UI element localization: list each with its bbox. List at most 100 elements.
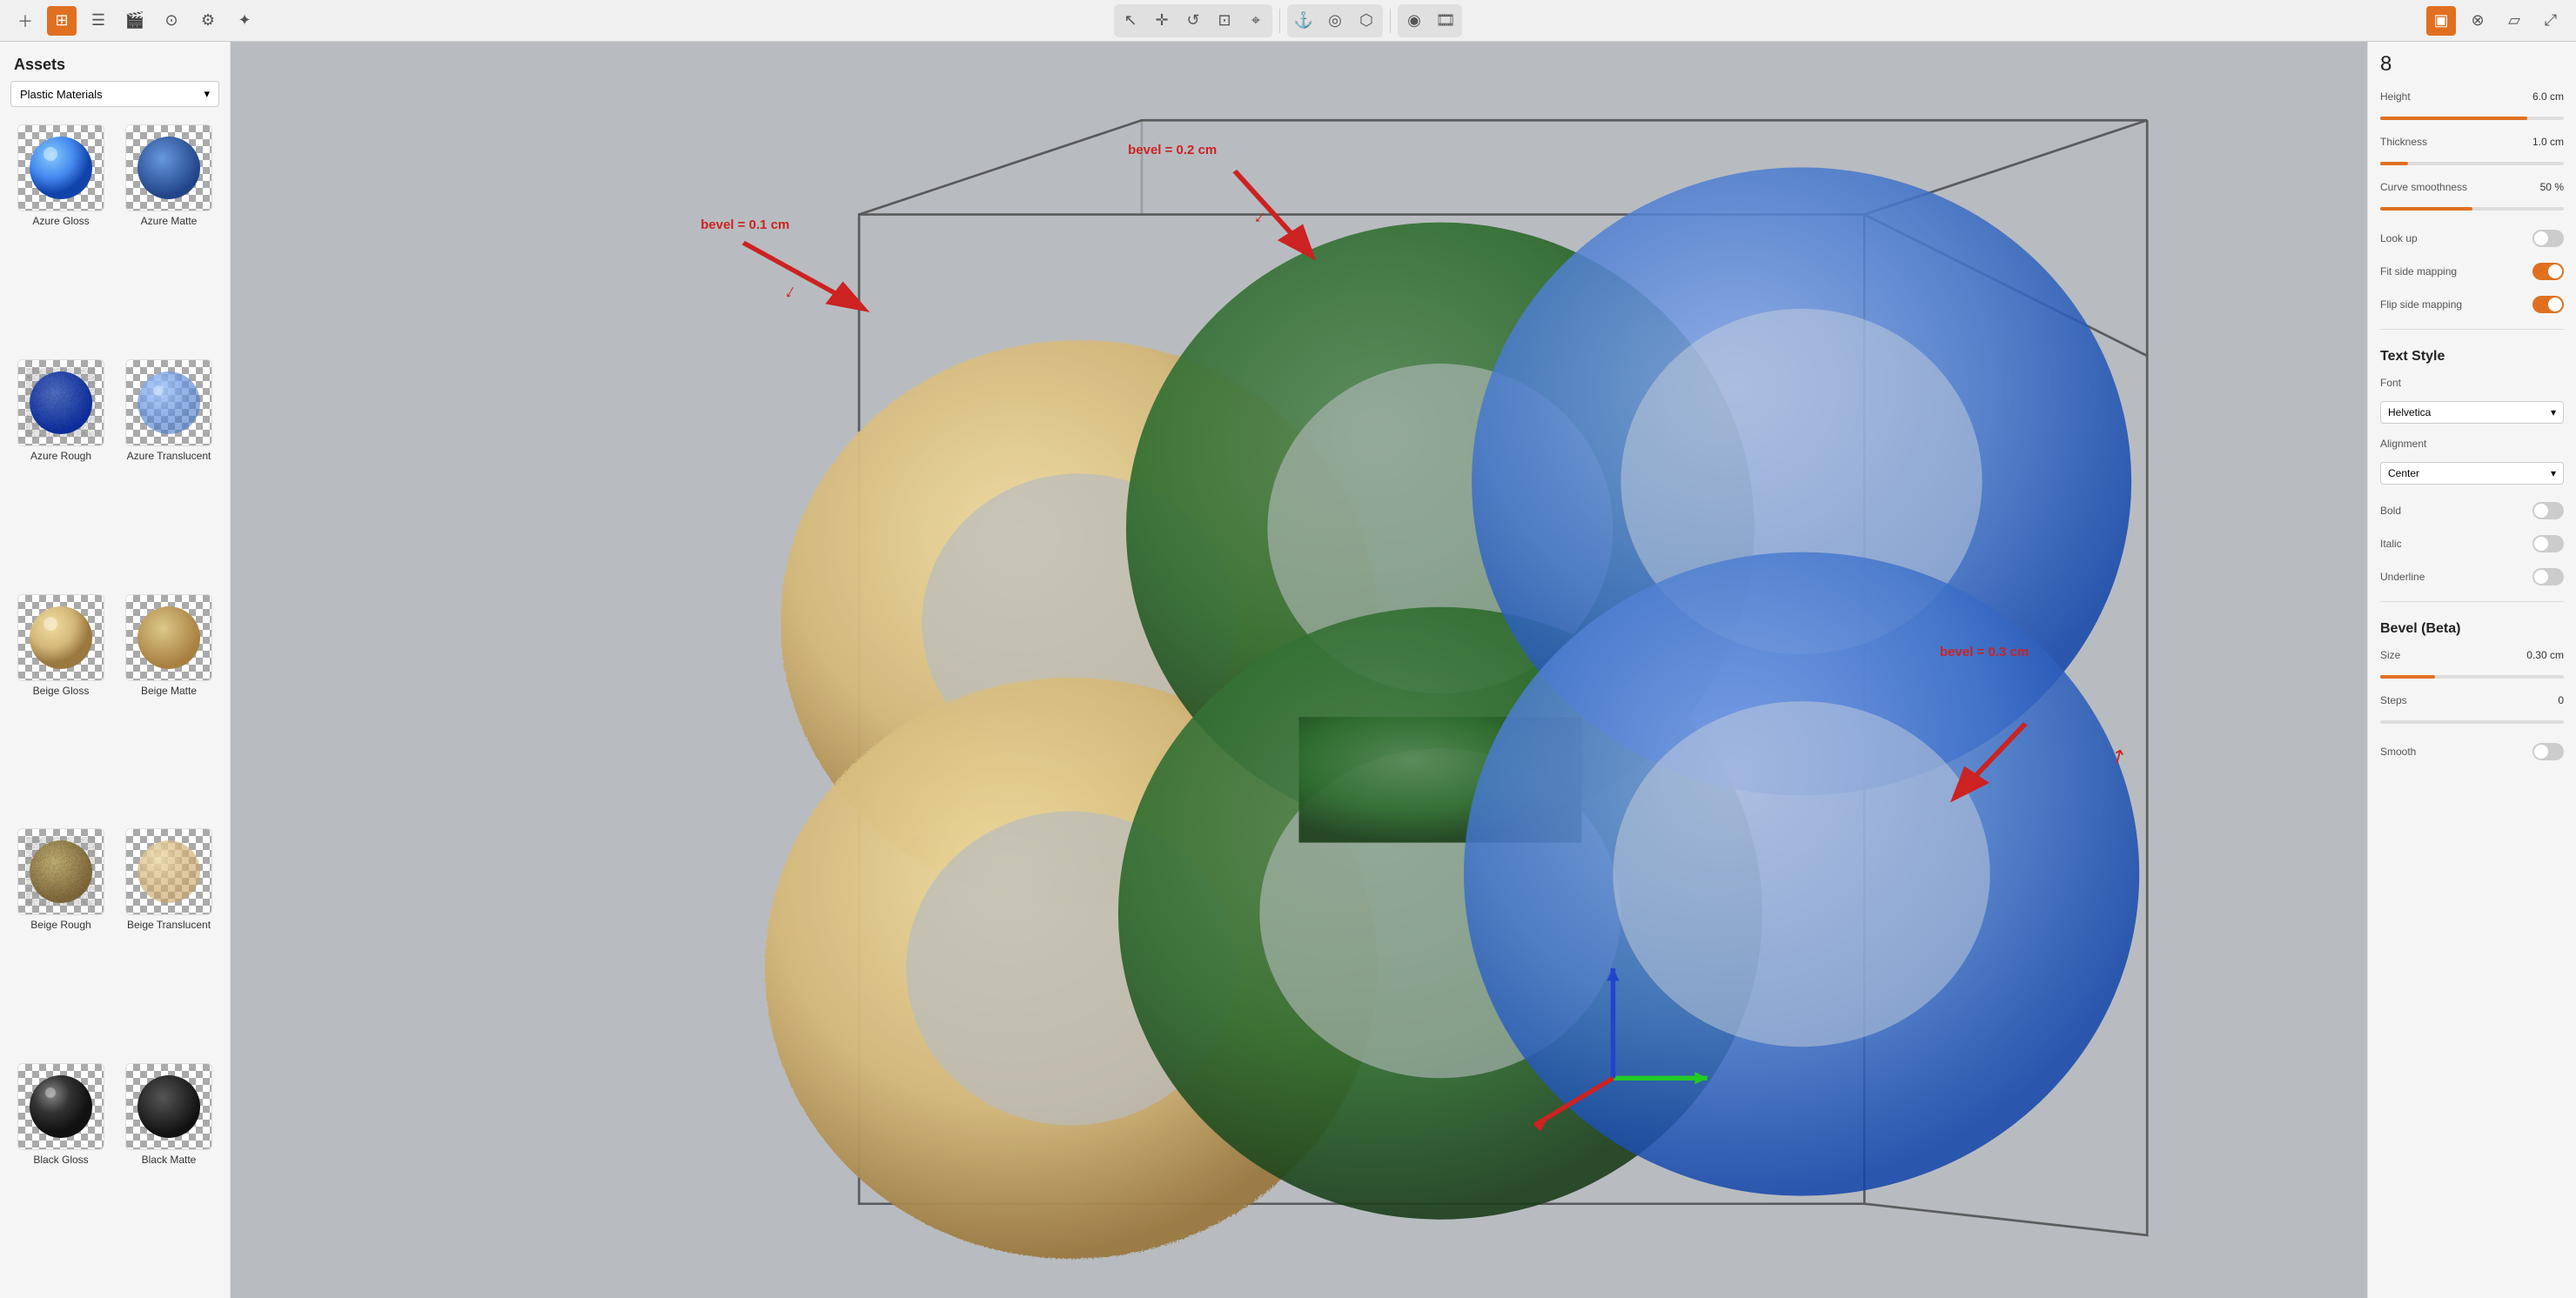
steps-slider[interactable] bbox=[2380, 720, 2564, 724]
viewport[interactable]: bevel = 0.1 cm ↓ bevel = 0.2 cm ↓ bevel … bbox=[231, 42, 2367, 1298]
steps-value: 0 bbox=[2558, 694, 2564, 706]
bold-row: Bold bbox=[2380, 498, 2564, 523]
height-label: Height bbox=[2380, 90, 2411, 103]
anchor-tool[interactable]: ⚓ bbox=[1289, 6, 1318, 36]
film-tool[interactable]: 🎞 bbox=[1431, 6, 1460, 36]
material-beige-gloss[interactable]: Beige Gloss bbox=[10, 594, 111, 822]
underline-label: Underline bbox=[2380, 571, 2425, 583]
smooth-row: Smooth bbox=[2380, 739, 2564, 764]
thickness-value: 1.0 cm bbox=[2532, 136, 2564, 148]
annotation-bevel-01: bevel = 0.1 cm bbox=[701, 217, 789, 232]
alignment-select[interactable]: Center ▾ bbox=[2380, 462, 2564, 485]
target-button[interactable]: ⊗ bbox=[2463, 6, 2492, 36]
screenshot-button[interactable]: ⊙ bbox=[157, 6, 186, 36]
steps-row: Steps 0 bbox=[2380, 694, 2564, 706]
scale-tool[interactable]: ⊡ bbox=[1210, 6, 1239, 36]
scene-canvas bbox=[231, 42, 2367, 1298]
fit-side-toggle[interactable] bbox=[2532, 263, 2564, 280]
annotation-bevel-03: bevel = 0.3 cm bbox=[1940, 645, 2029, 659]
right-panel: 8 Height 6.0 cm Thickness 1.0 cm Curve s… bbox=[2367, 42, 2576, 1298]
add-button[interactable]: ＋ bbox=[10, 6, 40, 36]
divider-2 bbox=[2380, 601, 2564, 602]
alignment-value: Center bbox=[2388, 467, 2419, 479]
text-style-title: Text Style bbox=[2380, 349, 2564, 365]
light-button[interactable]: ✦ bbox=[230, 6, 259, 36]
material-beige-translucent[interactable]: Beige Translucent bbox=[118, 828, 219, 1056]
font-label: Font bbox=[2380, 377, 2564, 389]
material-label: Azure Rough bbox=[30, 450, 91, 462]
select-tool[interactable]: ↖ bbox=[1116, 6, 1145, 36]
transform-tool[interactable]: ⌖ bbox=[1241, 6, 1271, 36]
menu-button[interactable]: ☰ bbox=[84, 6, 113, 36]
material-label: Beige Gloss bbox=[33, 685, 90, 697]
cube-button[interactable]: ▣ bbox=[2426, 6, 2456, 36]
font-select[interactable]: Helvetica ▾ bbox=[2380, 401, 2564, 424]
material-azure-rough[interactable]: Azure Rough bbox=[10, 359, 111, 587]
grid-button[interactable]: ⊞ bbox=[47, 6, 77, 36]
curve-smoothness-label: Curve smoothness bbox=[2380, 181, 2467, 193]
thickness-row: Thickness 1.0 cm bbox=[2380, 136, 2564, 148]
transform-tools: ↖ ✛ ↺ ⊡ ⌖ bbox=[1114, 4, 1272, 37]
share-tool[interactable]: ⬡ bbox=[1352, 6, 1381, 36]
chevron-down-icon: ▾ bbox=[204, 87, 210, 101]
move-tool[interactable]: ✛ bbox=[1147, 6, 1177, 36]
bevel-title: Bevel (Beta) bbox=[2380, 621, 2564, 637]
flip-side-row: Flip side mapping bbox=[2380, 292, 2564, 317]
underline-row: Underline bbox=[2380, 565, 2564, 589]
material-label: Azure Gloss bbox=[32, 215, 89, 227]
material-azure-matte[interactable]: Azure Matte bbox=[118, 124, 219, 352]
panel-button[interactable]: ▱ bbox=[2499, 6, 2529, 36]
italic-row: Italic bbox=[2380, 532, 2564, 556]
look-up-toggle[interactable] bbox=[2532, 230, 2564, 247]
fit-side-label: Fit side mapping bbox=[2380, 265, 2457, 278]
smooth-label: Smooth bbox=[2380, 746, 2416, 758]
settings-button[interactable]: ⚙ bbox=[193, 6, 223, 36]
size-slider[interactable] bbox=[2380, 675, 2564, 679]
assets-dropdown[interactable]: Plastic Materials ▾ bbox=[10, 81, 219, 107]
material-black-gloss[interactable]: Black Gloss bbox=[10, 1063, 111, 1291]
flip-side-toggle[interactable] bbox=[2532, 296, 2564, 313]
camera-button[interactable]: 🎬 bbox=[120, 6, 150, 36]
material-azure-translucent[interactable]: Azure Translucent bbox=[118, 359, 219, 587]
material-beige-rough[interactable]: Beige Rough bbox=[10, 828, 111, 1056]
material-black-matte[interactable]: Black Matte bbox=[118, 1063, 219, 1291]
eye-tool[interactable]: ◉ bbox=[1399, 6, 1429, 36]
fit-side-row: Fit side mapping bbox=[2380, 259, 2564, 284]
thickness-label: Thickness bbox=[2380, 136, 2427, 148]
annotation-label: bevel = 0.2 cm bbox=[1128, 143, 1217, 157]
dropdown-value: Plastic Materials bbox=[20, 88, 103, 101]
view-tools: ◉ 🎞 bbox=[1398, 4, 1462, 37]
toolbar-separator-1 bbox=[1279, 9, 1280, 33]
bold-label: Bold bbox=[2380, 505, 2401, 517]
height-slider[interactable] bbox=[2380, 117, 2564, 120]
chevron-down-icon: ▾ bbox=[2551, 406, 2556, 418]
material-beige-matte[interactable]: Beige Matte bbox=[118, 594, 219, 822]
circle-tool[interactable]: ◎ bbox=[1320, 6, 1350, 36]
size-row: Size 0.30 cm bbox=[2380, 649, 2564, 661]
material-label: Beige Matte bbox=[141, 685, 197, 697]
italic-label: Italic bbox=[2380, 538, 2402, 550]
toolbar-center: ↖ ✛ ↺ ⊡ ⌖ ⚓ ◎ ⬡ ◉ 🎞 bbox=[1114, 4, 1462, 37]
annotation-label: bevel = 0.1 cm bbox=[701, 217, 789, 232]
thickness-slider[interactable] bbox=[2380, 162, 2564, 165]
toolbar-separator-2 bbox=[1390, 9, 1391, 33]
size-value: 0.30 cm bbox=[2526, 649, 2564, 661]
bold-toggle[interactable] bbox=[2532, 502, 2564, 519]
material-azure-gloss[interactable]: Azure Gloss bbox=[10, 124, 111, 352]
curve-smoothness-slider[interactable] bbox=[2380, 207, 2564, 211]
underline-toggle[interactable] bbox=[2532, 568, 2564, 585]
anchor-tools: ⚓ ◎ ⬡ bbox=[1287, 4, 1383, 37]
assets-header: Assets bbox=[0, 42, 230, 81]
curve-smoothness-row: Curve smoothness 50 % bbox=[2380, 181, 2564, 193]
left-panel: Assets Plastic Materials ▾ bbox=[0, 42, 231, 1298]
italic-toggle[interactable] bbox=[2532, 535, 2564, 552]
material-label: Azure Translucent bbox=[127, 450, 211, 462]
smooth-toggle[interactable] bbox=[2532, 743, 2564, 760]
materials-grid: Azure Gloss bbox=[0, 117, 230, 1298]
annotation-label: bevel = 0.3 cm bbox=[1940, 645, 2029, 659]
material-label: Azure Matte bbox=[141, 215, 198, 227]
expand-button[interactable]: ⤢ bbox=[2536, 6, 2566, 36]
rotate-tool[interactable]: ↺ bbox=[1178, 6, 1208, 36]
chevron-down-icon: ▾ bbox=[2551, 467, 2556, 479]
look-up-label: Look up bbox=[2380, 232, 2418, 244]
